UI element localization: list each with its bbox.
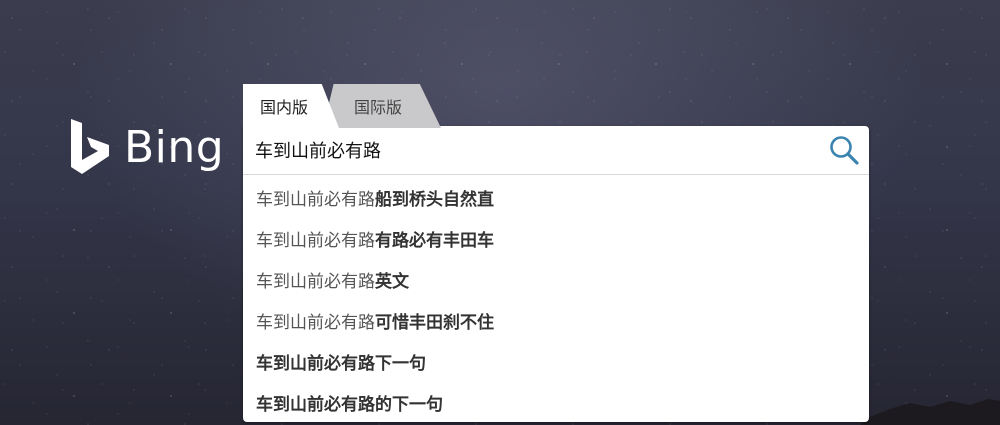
search-panel: 车到山前必有路 船到桥头自然直 车到山前必有路 有路必有丰田车 车到山前必有路 … — [243, 126, 869, 422]
suggestion-item[interactable]: 车到山前必有路 有路必有丰田车 — [243, 218, 869, 259]
suggestion-prefix: 车到山前必有路 — [256, 231, 375, 250]
rock-silhouette — [860, 399, 1000, 425]
suggestion-suffix: 有路必有丰田车 — [375, 231, 494, 250]
search-button[interactable] — [825, 132, 863, 168]
magnifier-icon — [830, 136, 859, 165]
suggestion-prefix: 车到山前必有路 — [256, 272, 375, 291]
suggestion-suffix: 船到桥头自然直 — [375, 190, 494, 209]
suggestion-prefix: 车到山前必有路的下一句 — [256, 395, 443, 414]
bing-logo[interactable]: Bing — [68, 118, 224, 176]
suggestion-prefix: 车到山前必有路 — [256, 313, 375, 332]
suggestion-item[interactable]: 车到山前必有路 船到桥头自然直 — [243, 177, 869, 218]
suggestion-list: 车到山前必有路 船到桥头自然直 车到山前必有路 有路必有丰田车 车到山前必有路 … — [243, 175, 869, 423]
suggestion-suffix: 可惜丰田刹不住 — [375, 313, 494, 332]
search-bar — [243, 126, 869, 175]
suggestion-item[interactable]: 车到山前必有路下一句 — [243, 341, 869, 382]
search-input[interactable] — [255, 134, 805, 166]
bing-logo-text: Bing — [124, 121, 225, 173]
bing-logo-icon — [71, 119, 109, 174]
tab-domestic-label: 国内版 — [259, 100, 308, 117]
suggestion-item[interactable]: 车到山前必有路 英文 — [243, 259, 869, 300]
suggestion-item[interactable]: 车到山前必有路 可惜丰田刹不住 — [243, 300, 869, 341]
suggestion-suffix: 英文 — [375, 272, 409, 291]
suggestion-item[interactable]: 车到山前必有路的下一句 — [243, 382, 869, 423]
suggestion-prefix: 车到山前必有路 — [256, 190, 375, 209]
tab-international-label: 国际版 — [353, 100, 402, 117]
suggestion-prefix: 车到山前必有路下一句 — [256, 354, 426, 373]
